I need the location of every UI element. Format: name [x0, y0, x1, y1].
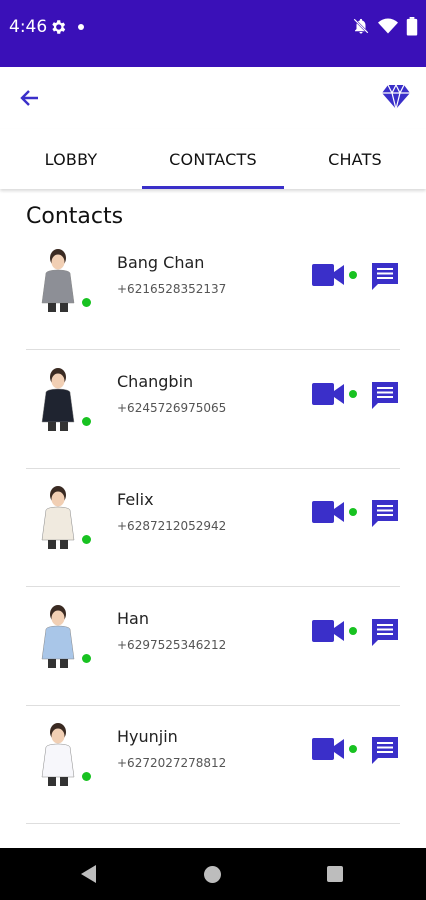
nav-recents-icon[interactable] — [327, 866, 343, 882]
row-divider — [26, 823, 400, 824]
status-bar: 4:46 — [0, 0, 426, 67]
tab-lobby-label: LOBBY — [44, 149, 98, 169]
tab-contacts[interactable]: CONTACTS — [142, 129, 284, 189]
wifi-icon — [378, 18, 398, 34]
online-status-dot — [82, 772, 91, 781]
contact-row[interactable]: Changbin +6245726975065 — [0, 351, 426, 469]
online-status-dot — [82, 653, 91, 663]
video-call-icon[interactable] — [312, 501, 344, 523]
avatar — [41, 604, 75, 668]
video-call-icon[interactable] — [312, 382, 344, 405]
message-icon[interactable] — [371, 499, 399, 527]
online-status-dot — [82, 535, 91, 544]
video-call-icon[interactable] — [312, 619, 344, 642]
notifications-off-icon — [353, 18, 369, 34]
message-icon[interactable] — [371, 618, 399, 646]
avatar — [41, 486, 75, 549]
system-nav-bar — [0, 848, 426, 900]
contact-phone: +6287212052942 — [117, 519, 227, 533]
contact-phone: +6216528352137 — [117, 282, 227, 296]
contact-row[interactable]: Hyunjin +6272027278812 — [0, 706, 426, 824]
contact-name: Hyunjin — [117, 727, 178, 746]
battery-icon — [406, 16, 418, 36]
contact-row[interactable]: Bang Chan +6216528352137 — [0, 232, 426, 350]
video-status-dot — [349, 271, 357, 279]
contact-name: Bang Chan — [117, 253, 205, 272]
page-title: Contacts — [26, 204, 124, 229]
notification-dot — [78, 24, 84, 30]
nav-back-icon[interactable] — [80, 865, 98, 883]
diamond-icon[interactable] — [382, 84, 410, 110]
tab-chats-label: CHATS — [328, 149, 382, 169]
contact-name: Changbin — [117, 371, 194, 391]
app-toolbar — [0, 67, 426, 129]
contact-name: Felix — [117, 490, 154, 509]
video-call-icon[interactable] — [312, 738, 344, 760]
video-status-dot — [349, 626, 357, 635]
contact-row[interactable]: Han +6297525346212 — [0, 588, 426, 706]
tab-bar: LOBBY CONTACTS CHATS — [0, 129, 426, 189]
message-icon[interactable] — [371, 381, 399, 409]
status-icons — [352, 16, 418, 36]
contact-name: Han — [117, 608, 149, 628]
video-call-icon[interactable] — [312, 264, 344, 286]
nav-home-icon[interactable] — [204, 866, 221, 883]
avatar — [41, 367, 75, 431]
contact-row[interactable]: Felix +6287212052942 — [0, 469, 426, 587]
online-status-dot — [82, 298, 91, 307]
message-icon[interactable] — [371, 262, 399, 290]
tab-lobby[interactable]: LOBBY — [0, 129, 142, 189]
video-status-dot — [349, 508, 357, 516]
online-status-dot — [82, 416, 91, 426]
status-time: 4:46 — [9, 17, 48, 37]
avatar — [41, 723, 75, 786]
video-status-dot — [349, 745, 357, 753]
contact-phone: +6297525346212 — [117, 637, 227, 652]
tab-contacts-label: CONTACTS — [169, 149, 257, 169]
video-status-dot — [349, 389, 357, 398]
contact-phone: +6272027278812 — [117, 756, 227, 770]
arrow-left-icon[interactable] — [18, 86, 42, 110]
settings-icon — [52, 20, 66, 34]
message-icon[interactable] — [371, 736, 399, 764]
avatar — [41, 249, 75, 312]
contact-phone: +6245726975065 — [117, 400, 227, 415]
tab-chats[interactable]: CHATS — [284, 129, 426, 189]
